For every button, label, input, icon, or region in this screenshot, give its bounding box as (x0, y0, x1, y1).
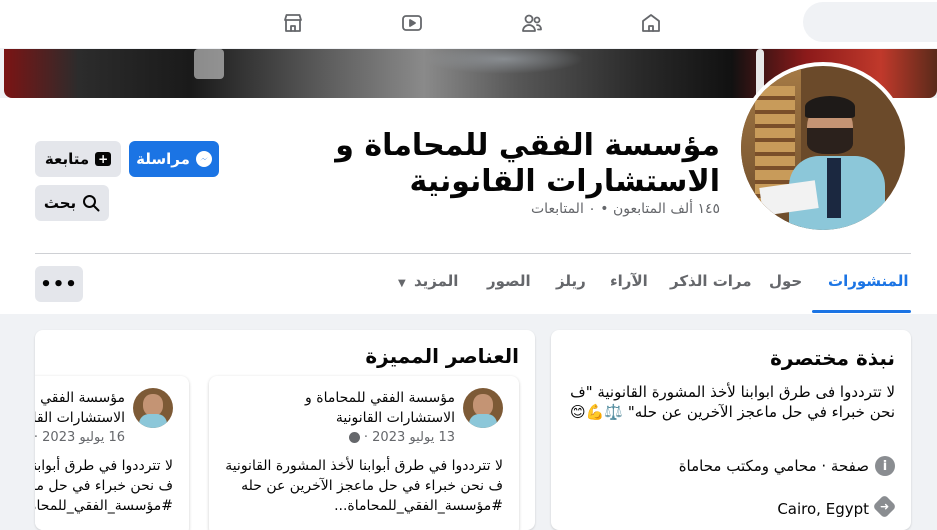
post-author[interactable]: مؤسسة الفقي للمحاماة و الاستشارات القانو… (255, 388, 455, 428)
tab-reels[interactable]: ريلز (556, 272, 586, 290)
featured-post[interactable]: مؤسسة الفقي للمحاماة و الاستشارات القانو… (209, 376, 519, 530)
post-author[interactable]: مؤسسة الفقي للمحاماة و الاستشارات القانو… (35, 388, 125, 428)
tab-more-label: المزيد (413, 272, 459, 290)
post-date-text: 16 يوليو 2023 · (35, 430, 125, 445)
globe-icon (348, 432, 360, 443)
intro-card: نبذة مختصرة لا تترددوا فى طرق ابوابنا لأ… (551, 330, 911, 530)
info-icon: i (875, 456, 895, 476)
profile-picture[interactable] (737, 62, 909, 234)
featured-card: العناصر المميزة مؤسسة الفقي للمحاماة و ا… (35, 330, 535, 530)
tab-photos[interactable]: الصور (487, 272, 531, 290)
tab-mentions[interactable]: مرات الذكر (670, 272, 752, 290)
message-button-label: مراسلة (136, 150, 190, 168)
messenger-icon (195, 151, 212, 167)
marketplace-icon[interactable] (276, 8, 310, 38)
intro-bio: لا تترددوا فى طرق ابوابنا لأخذ المشورة ا… (565, 382, 895, 422)
follow-button[interactable]: + متابعة (35, 141, 121, 177)
post-date: 13 يوليو 2023 · (348, 430, 455, 445)
tab-reviews[interactable]: الآراء (610, 272, 648, 290)
watch-icon[interactable] (395, 8, 429, 38)
post-body: لا تترددوا في طرق أبوابنا لأخذ المشورة ا… (225, 458, 503, 514)
tab-posts[interactable]: المنشورات (828, 272, 908, 290)
post-avatar (463, 388, 503, 428)
active-tab-indicator (812, 310, 911, 313)
header-divider (35, 253, 911, 254)
intro-title: نبذة مختصرة (770, 346, 895, 370)
message-button[interactable]: مراسلة (129, 141, 219, 177)
more-options-button[interactable]: ••• (35, 266, 83, 302)
tab-about[interactable]: حول (769, 272, 802, 290)
page-category: صفحة · محامي ومكتب محاماة (678, 457, 869, 475)
search-button-label: بحث (43, 194, 77, 212)
follower-stats[interactable]: ١٤٥ ألف المتابعون • ٠ المتابعات (400, 201, 720, 217)
post-avatar (133, 388, 173, 428)
top-navigation-bar (0, 0, 937, 48)
directions-icon: ➜ (872, 494, 897, 519)
follow-button-label: متابعة (44, 150, 90, 168)
search-input[interactable] (803, 2, 937, 42)
featured-title: العناصر المميزة (365, 344, 519, 368)
post-body: لا تترددوا في طرق أبوابنا لأخذ المشورة ا… (35, 458, 173, 514)
page-title: مؤسسة الفقي للمحاماة و الاستشارات القانو… (335, 128, 720, 199)
home-icon[interactable] (634, 8, 668, 38)
page-location[interactable]: Cairo, Egypt (777, 500, 869, 518)
intro-emojis: ⚖️💪😊 (570, 403, 624, 421)
search-button[interactable]: بحث (35, 185, 109, 221)
search-icon (82, 194, 100, 212)
post-date-text: 13 يوليو 2023 · (363, 430, 455, 445)
featured-post[interactable]: مؤسسة الفقي للمحاماة و الاستشارات القانو… (35, 376, 189, 530)
post-date: 16 يوليو 2023 · (35, 430, 125, 445)
follow-icon: + (95, 152, 112, 166)
groups-icon[interactable] (515, 8, 549, 38)
tab-more[interactable]: المزيد ▼ (398, 272, 458, 290)
chevron-down-icon: ▼ (398, 278, 406, 289)
